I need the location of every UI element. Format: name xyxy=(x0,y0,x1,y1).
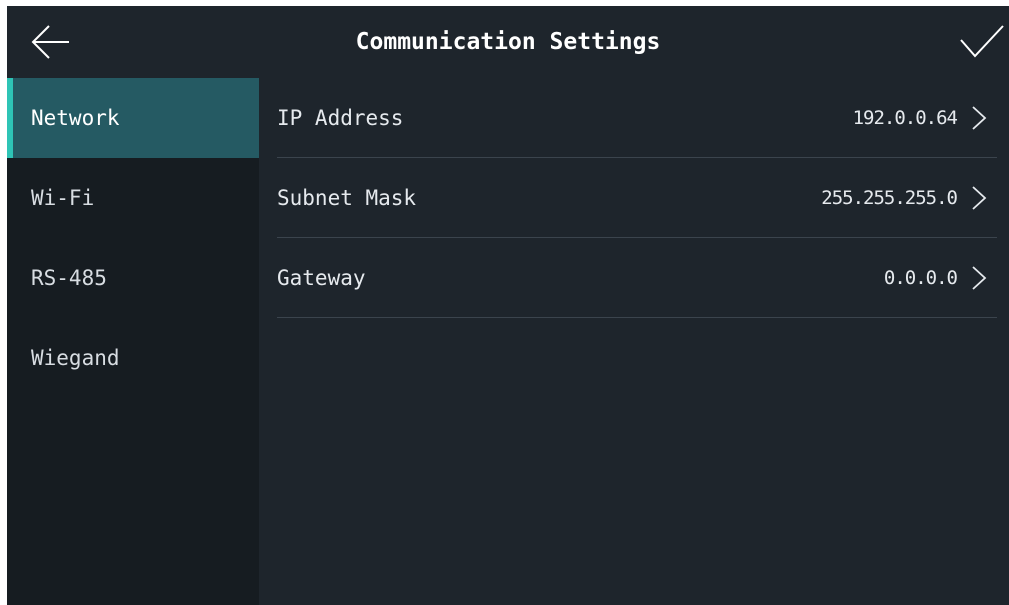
checkmark-icon xyxy=(960,25,1004,58)
subnet-mask-row[interactable]: Subnet Mask 255.255.255.0 xyxy=(277,158,997,238)
subnet-mask-value: 255.255.255.0 xyxy=(821,187,958,209)
device-screen: Communication Settings Network Wi-Fi RS-… xyxy=(7,6,1009,605)
confirm-button[interactable] xyxy=(955,18,1007,66)
sidebar-item-label: RS-485 xyxy=(31,266,107,290)
ip-address-row[interactable]: IP Address 192.0.0.64 xyxy=(277,78,997,158)
sidebar-item-label: Wiegand xyxy=(31,346,120,370)
sidebar: Network Wi-Fi RS-485 Wiegand xyxy=(7,78,259,605)
arrow-left-icon xyxy=(31,25,69,59)
ip-address-value: 192.0.0.64 xyxy=(852,107,958,129)
page-title: Communication Settings xyxy=(355,29,661,55)
chevron-right-icon xyxy=(972,106,987,130)
network-settings-panel: IP Address 192.0.0.64 Subnet Mask 255.25… xyxy=(259,78,1009,605)
sidebar-item-label: Network xyxy=(31,106,120,130)
row-label: Gateway xyxy=(277,266,366,290)
back-button[interactable] xyxy=(21,18,73,66)
title-bar: Communication Settings xyxy=(7,6,1009,78)
row-label: IP Address xyxy=(277,106,404,130)
sidebar-item-wifi[interactable]: Wi-Fi xyxy=(7,158,259,238)
sidebar-item-label: Wi-Fi xyxy=(31,186,95,210)
chevron-right-icon xyxy=(972,266,987,290)
sidebar-item-rs485[interactable]: RS-485 xyxy=(7,238,259,318)
chevron-right-icon xyxy=(972,186,987,210)
sidebar-item-network[interactable]: Network xyxy=(7,78,259,158)
row-label: Subnet Mask xyxy=(277,186,417,210)
sidebar-item-wiegand[interactable]: Wiegand xyxy=(7,318,259,398)
gateway-row[interactable]: Gateway 0.0.0.0 xyxy=(277,238,997,318)
gateway-value: 0.0.0.0 xyxy=(883,267,958,289)
